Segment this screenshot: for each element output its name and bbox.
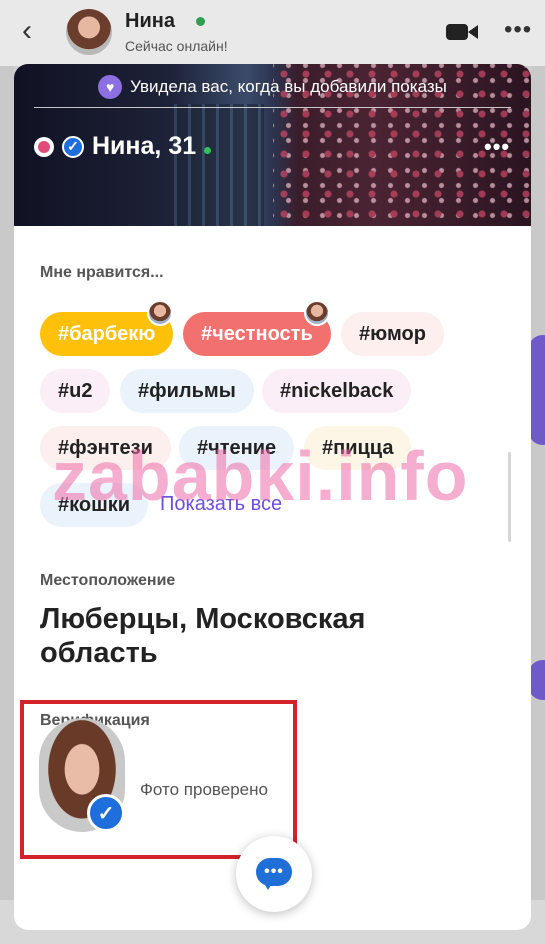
heart-shield-icon: ♥ (98, 75, 123, 99)
chat-bubble-icon: ••• (256, 858, 292, 890)
likes-title: Мне нравится... (40, 264, 164, 281)
scrollbar[interactable] (508, 452, 511, 542)
interest-tag[interactable]: #юмор (341, 312, 444, 356)
avatar (147, 300, 173, 326)
location-title: Местоположение (40, 572, 176, 589)
seen-banner: ♥ Увидела вас, когда вы добавили показы (14, 72, 531, 102)
seen-banner-text: Увидела вас, когда вы добавили показы (130, 77, 447, 96)
online-indicator (204, 147, 212, 154)
interest-tag[interactable]: #u2 (40, 369, 111, 413)
chat-header: ‹ Нина Сейчас онлайн! ••• (0, 0, 545, 66)
photo-background (174, 104, 264, 226)
interest-tag[interactable]: #nickelback (262, 369, 412, 413)
location-value: Люберцы, Московская область (40, 603, 366, 669)
name-row: ✓ Нина, 31 (34, 132, 212, 161)
chat-button[interactable]: ••• (236, 836, 312, 912)
background-panel (531, 66, 545, 900)
highlight-box (20, 700, 297, 859)
more-horizontal-icon[interactable]: ••• (504, 16, 532, 44)
background-panel (0, 66, 14, 900)
divider (34, 107, 511, 108)
profile-photo[interactable]: ♥ Увидела вас, когда вы добавили показы … (14, 64, 531, 226)
avatar (304, 300, 330, 326)
contact-status: Сейчас онлайн! (125, 38, 228, 54)
avatar[interactable] (66, 9, 112, 55)
profile-name: Нина, 31 (92, 132, 197, 160)
contact-name: Нина (125, 10, 175, 32)
verified-check-icon: ✓ (62, 135, 84, 158)
watermark: zababki.info (52, 437, 469, 515)
badge-icon (34, 136, 54, 157)
interest-tag[interactable]: #фильмы (120, 369, 254, 413)
chevron-left-icon[interactable]: ‹ (22, 14, 32, 48)
video-camera-icon[interactable] (446, 22, 478, 42)
online-indicator (196, 17, 205, 26)
more-horizontal-icon[interactable]: ••• (484, 134, 510, 160)
